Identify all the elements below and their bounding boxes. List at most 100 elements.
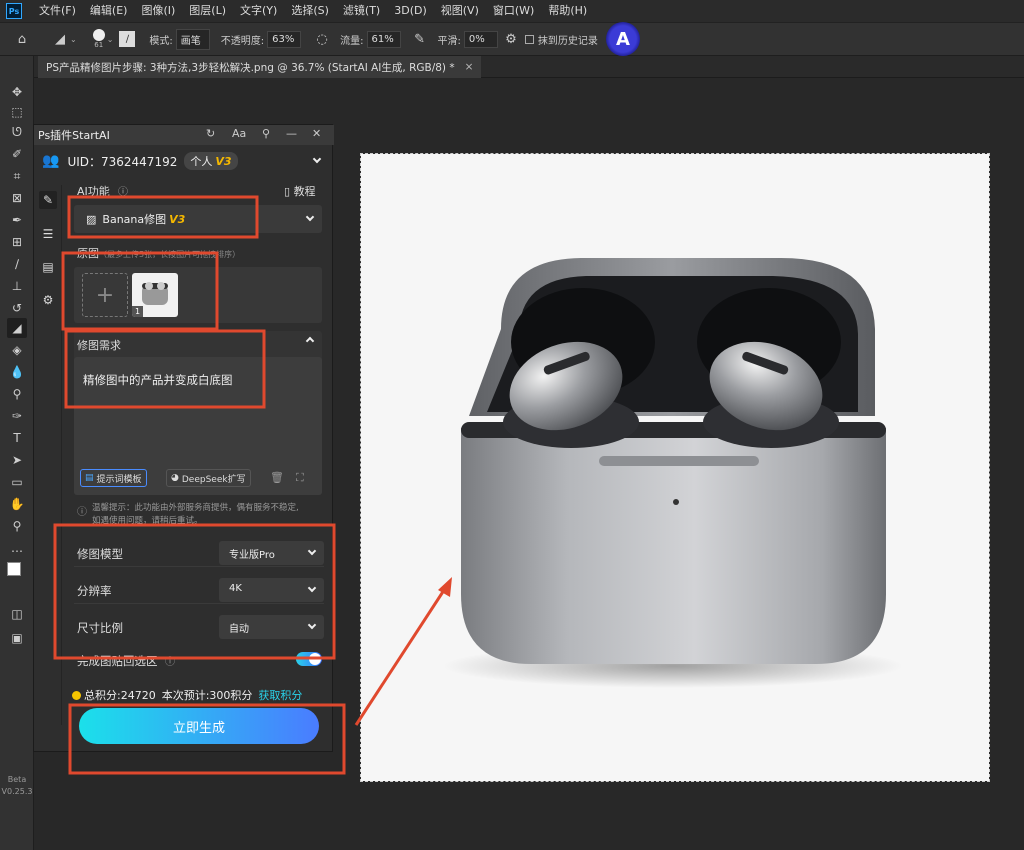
foreground-color-swatch[interactable] [7,562,21,576]
menu-view[interactable]: 视图(V) [434,0,486,22]
menu-edit[interactable]: 编辑(E) [83,0,135,22]
deepseek-expand-button[interactable]: ◕ DeepSeek扩写 [166,469,251,487]
service-tip: 温馨提示：此功能由外部服务商提供，偶有服务不稳定, 如遇使用问题，请稍后重试。 [92,502,299,528]
brush-preset-picker[interactable]: 61 [92,29,105,49]
menu-filter[interactable]: 滤镜(T) [336,0,387,22]
font-size-icon[interactable]: Aa [232,127,246,140]
document-tab[interactable]: PS产品精修图片步骤: 3种方法,3步轻松解决.png @ 36.7% (Sta… [38,56,482,78]
history-checkbox[interactable] [524,34,534,44]
marquee-tool-icon[interactable]: ⬚ [7,102,27,122]
lasso-tool-icon[interactable]: ᘎ [7,122,27,142]
model-value: 专业版Pro [229,550,275,561]
zoom-tool-icon[interactable]: ⚲ [7,516,27,536]
mode-select[interactable]: 画笔 [175,28,210,50]
eyedropper-tool-icon[interactable]: ✒ [7,210,27,230]
dodge-tool-icon[interactable]: ⚲ [7,384,27,404]
menu-select[interactable]: 选择(S) [284,0,336,22]
original-image-label: 原图（最多上传5张，长按图片可拖拽排序） [77,245,240,261]
gear-icon[interactable]: ⚙ [501,29,521,49]
menu-3d[interactable]: 3D(D) [387,0,434,22]
close-icon[interactable]: × [465,61,474,73]
flow-input[interactable]: 61% [366,30,401,48]
shape-tool-icon[interactable]: ▭ [7,472,27,492]
plus-icon: + [95,282,115,308]
stamp-tool-icon[interactable]: ⊥ [7,276,27,296]
smoothing-input[interactable]: 0% [463,30,498,48]
move-tool-icon[interactable]: ✥ [7,82,27,102]
expand-icon[interactable]: ⛶ [296,471,304,485]
photoshop-logo: Ps [6,3,22,19]
chevron-down-icon[interactable] [312,154,322,164]
chevron-down-icon[interactable]: ⌄ [70,35,77,44]
feature-select[interactable]: ▨ Banana修图 V3 [74,205,322,233]
user-info-row[interactable]: 👥 UID：7362447192 个人 V3 [34,147,334,175]
pin-icon[interactable]: ⚲ [262,127,270,140]
menu-type[interactable]: 文字(Y) [233,0,284,22]
airbrush-icon[interactable]: ✎ [410,29,430,49]
retouch-icon[interactable]: ✎ [39,191,57,209]
quick-mask-icon[interactable]: ◫ [7,604,27,624]
type-tool-icon[interactable]: T [7,428,27,448]
paint-bucket-tool-icon[interactable]: ◈ [7,340,27,360]
add-image-button[interactable]: + [82,273,128,317]
opacity-input[interactable]: 63% [267,30,302,48]
startai-panel: Ps插件StartAI ↻ Aa ⚲ — ✕ 👥 UID：7362447192 … [33,124,334,752]
aspect-ratio-select[interactable]: 自动 [219,615,324,639]
brush-settings-icon[interactable]: ∕ [119,31,136,47]
resolution-select[interactable]: 4K [219,578,324,602]
menu-help[interactable]: 帮助(H) [541,0,594,22]
trash-icon[interactable]: 🗑 [270,471,284,484]
close-icon[interactable]: ✕ [312,127,321,140]
chevron-down-icon [305,212,315,222]
eraser-tool-icon[interactable]: ◢ [7,318,27,338]
layers-icon[interactable]: ☰ [39,225,57,243]
document-tab-title: PS产品精修图片步骤: 3种方法,3步轻松解决.png @ 36.7% (Sta… [46,61,455,74]
chevron-up-icon[interactable] [305,336,315,346]
gear-icon[interactable]: ⚙ [39,291,57,309]
document-icon[interactable]: ▤ [39,258,57,276]
generate-button[interactable]: 立即生成 [79,708,319,744]
more-tools-icon[interactable]: … [7,538,27,558]
model-select[interactable]: 专业版Pro [219,541,324,565]
quick-select-tool-icon[interactable]: ✐ [7,144,27,164]
pressure-opacity-icon[interactable]: ◌ [312,29,332,49]
refresh-icon[interactable]: ↻ [206,127,215,140]
menu-window[interactable]: 窗口(W) [486,0,541,22]
brush-tool-icon[interactable]: ∕ [7,254,27,274]
screen-mode-icon[interactable]: ▣ [7,628,27,648]
deepseek-label: DeepSeek扩写 [181,474,246,485]
blur-tool-icon[interactable]: 💧 [7,362,27,382]
startai-logo[interactable]: A [605,22,640,56]
prompt-text: 精修图中的产品并变成白底图 [83,373,233,387]
frame-tool-icon[interactable]: ⊠ [7,188,27,208]
tutorial-link[interactable]: ▯ 教程 [284,183,316,199]
home-icon[interactable]: ⌂ [12,29,32,49]
path-select-tool-icon[interactable]: ➤ [7,450,27,470]
chevron-down-icon[interactable]: ⌄ [107,35,114,44]
history-brush-tool-icon[interactable]: ↺ [7,298,27,318]
points-row: 总积分:24720 本次预计:300积分 获取积分 [72,687,302,703]
plan-badge-label: 个人 [190,155,213,168]
prompt-template-button[interactable]: ▤ 提示词模板 [80,469,147,487]
minimize-icon[interactable]: — [286,127,297,140]
healing-brush-tool-icon[interactable]: ⊞ [7,232,27,252]
menu-layer[interactable]: 图层(L) [182,0,233,22]
info-icon[interactable]: ⓘ [118,183,128,198]
prompt-input[interactable]: 精修图中的产品并变成白底图 ▤ 提示词模板 ◕ DeepSeek扩写 🗑 ⛶ [74,357,322,495]
ai-function-label: AI功能 [77,185,110,198]
plan-badge-version: V3 [215,155,232,168]
panel-sidebar: ✎ ☰ ▤ ⚙ [34,185,62,725]
document-canvas[interactable] [360,153,990,782]
resolution-value: 4K [229,583,242,594]
image-thumbnail[interactable]: 1 [132,273,178,317]
hand-tool-icon[interactable]: ✋ [7,494,27,514]
paste-back-toggle[interactable] [296,652,322,666]
pen-tool-icon[interactable]: ✑ [7,406,27,426]
menu-image[interactable]: 图像(I) [134,0,182,22]
tip-line-2: 如遇使用问题，请稍后重试。 [92,516,203,526]
menu-file[interactable]: 文件(F) [32,0,83,22]
get-points-link[interactable]: 获取积分 [258,687,302,703]
eraser-tool-icon[interactable]: ◢ [50,29,70,49]
book-icon: ▯ [284,185,291,198]
crop-tool-icon[interactable]: ⌗ [7,166,27,186]
